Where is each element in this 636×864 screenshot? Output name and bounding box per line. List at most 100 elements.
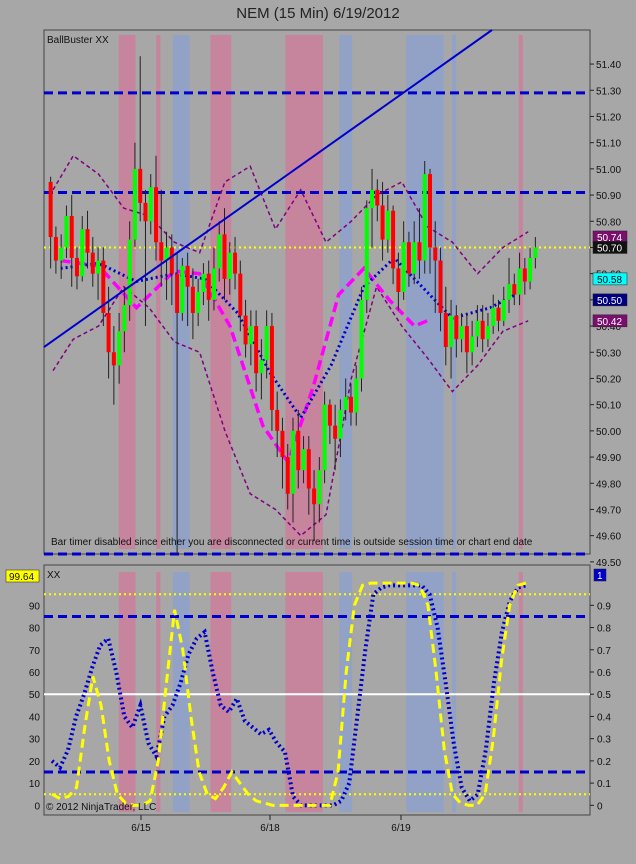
osc-left-tick-1: 10 <box>29 779 41 790</box>
osc-right-tag-label: 1 <box>597 571 603 582</box>
osc-right-tick-label-6: 0.6 <box>597 668 611 679</box>
candle-body-69 <box>412 242 417 274</box>
price-tick-label-16: 49.80 <box>596 479 621 490</box>
osc-left-tick-7: 70 <box>29 646 41 657</box>
chart-window: 51.40 51.30 51.20 51.10 51.00 50.90 50.80 50.70… <box>0 0 636 859</box>
candle-body-77 <box>454 315 459 340</box>
candle-body-59 <box>359 299 364 379</box>
candle-body-31 <box>211 268 216 300</box>
candle-body-54 <box>333 425 338 439</box>
osc-left-tag-label: 99.64 <box>9 572 34 583</box>
candle-body-91 <box>528 257 533 282</box>
candle-body-50 <box>312 488 317 505</box>
candle-body-71 <box>422 174 427 261</box>
candle-body-32 <box>217 234 222 269</box>
osc-left-tick-8: 80 <box>29 624 41 635</box>
candle-body-3 <box>64 216 69 248</box>
osc-right-tick-label-4: 0.4 <box>597 712 611 723</box>
candle-body-9 <box>96 260 101 274</box>
osc-zone-7 <box>452 572 457 812</box>
osc-right-tick-label-5: 0.5 <box>597 690 611 701</box>
candle-body-43 <box>275 409 280 431</box>
osc-right-tick-label-3: 0.3 <box>597 735 611 746</box>
candle-body-62 <box>375 189 380 206</box>
status-message: Bar timer disabled since either you are … <box>51 537 533 548</box>
candle-body-65 <box>391 210 396 269</box>
candle-body-58 <box>354 378 359 413</box>
candle-body-8 <box>90 252 95 274</box>
candle-body-68 <box>406 242 411 274</box>
candle-body-39 <box>254 326 259 374</box>
osc-zone-4 <box>285 572 323 812</box>
x-tick-label-2: 6/19 <box>391 823 411 834</box>
candle-body-37 <box>243 315 248 345</box>
candle-body-12 <box>111 352 116 366</box>
candle-body-92 <box>533 247 538 258</box>
candle-body-5 <box>74 257 79 277</box>
candle-body-60 <box>364 208 369 300</box>
candle-body-76 <box>449 315 454 348</box>
candle-body-74 <box>438 260 443 313</box>
candle-body-67 <box>401 242 406 292</box>
osc-left-tick-2: 20 <box>29 757 41 768</box>
price-tick-label-6: 50.80 <box>596 217 621 228</box>
osc-right-tick-label-8: 0.8 <box>597 624 611 635</box>
candle-body-18 <box>143 202 148 222</box>
candle-body-42 <box>269 326 274 410</box>
candle-body-53 <box>327 404 332 426</box>
osc-left-tick-4: 40 <box>29 712 41 723</box>
candle-body-6 <box>80 229 85 277</box>
osc-right-tick-label-0: 0 <box>597 801 603 812</box>
candle-body-25 <box>180 265 185 313</box>
candle-body-73 <box>433 247 438 261</box>
candle-body-36 <box>238 273 243 316</box>
candle-body-35 <box>233 252 238 274</box>
candle-body-81 <box>475 320 480 337</box>
osc-right-tick-label-1: 0.1 <box>597 779 611 790</box>
candle-body-86 <box>501 299 506 321</box>
candle-body-72 <box>427 174 432 248</box>
osc-left-tick-6: 60 <box>29 668 41 679</box>
candle-body-21 <box>159 242 164 261</box>
osc-right-tick-label-7: 0.7 <box>597 646 611 657</box>
candle-body-41 <box>264 326 269 361</box>
price-tick-label-13: 50.10 <box>596 401 621 412</box>
copyright-text: © 2012 NinjaTrader, LLC <box>46 802 156 813</box>
candle-body-7 <box>85 229 90 253</box>
candle-body-55 <box>338 409 343 439</box>
candle-body-29 <box>201 273 206 292</box>
candle-body-19 <box>148 187 153 222</box>
price-tag-label-4: 50.42 <box>597 317 622 328</box>
candle-body-24 <box>175 273 180 313</box>
candle-body-26 <box>185 265 190 287</box>
osc-zone-1 <box>156 572 161 812</box>
price-indicator-label: BallBuster XX <box>47 35 109 46</box>
chart-title: NEM (15 Min) 6/19/2012 <box>236 5 399 22</box>
osc-left-tick-0: 0 <box>34 801 40 812</box>
price-zone-6 <box>406 35 444 549</box>
price-tick-label-12: 50.20 <box>596 374 621 385</box>
price-tick-label-3: 51.10 <box>596 139 621 150</box>
candle-body-46 <box>290 430 296 494</box>
candle-body-66 <box>396 268 401 292</box>
candle-body-82 <box>480 320 485 340</box>
price-zone-1 <box>156 35 161 549</box>
candle-body-44 <box>280 430 285 458</box>
price-tick-label-15: 49.90 <box>596 453 621 464</box>
osc-right-tick-label-9: 0.9 <box>597 601 611 612</box>
price-tick-label-14: 50.00 <box>596 427 621 438</box>
candle-body-34 <box>227 252 232 279</box>
osc-left-tick-9: 90 <box>29 601 41 612</box>
candle-body-47 <box>296 430 301 471</box>
candle-body-88 <box>512 284 517 295</box>
price-zone-7 <box>452 35 457 549</box>
candle-body-78 <box>459 326 464 340</box>
candle-body-15 <box>127 239 132 306</box>
candle-body-30 <box>206 273 211 300</box>
candle-body-85 <box>496 307 501 321</box>
candle-body-61 <box>370 189 375 209</box>
candle-body-75 <box>443 312 448 348</box>
candle-body-23 <box>169 247 174 274</box>
price-tick-label-17: 49.70 <box>596 505 621 516</box>
price-tag-label-1: 50.70 <box>597 243 622 254</box>
